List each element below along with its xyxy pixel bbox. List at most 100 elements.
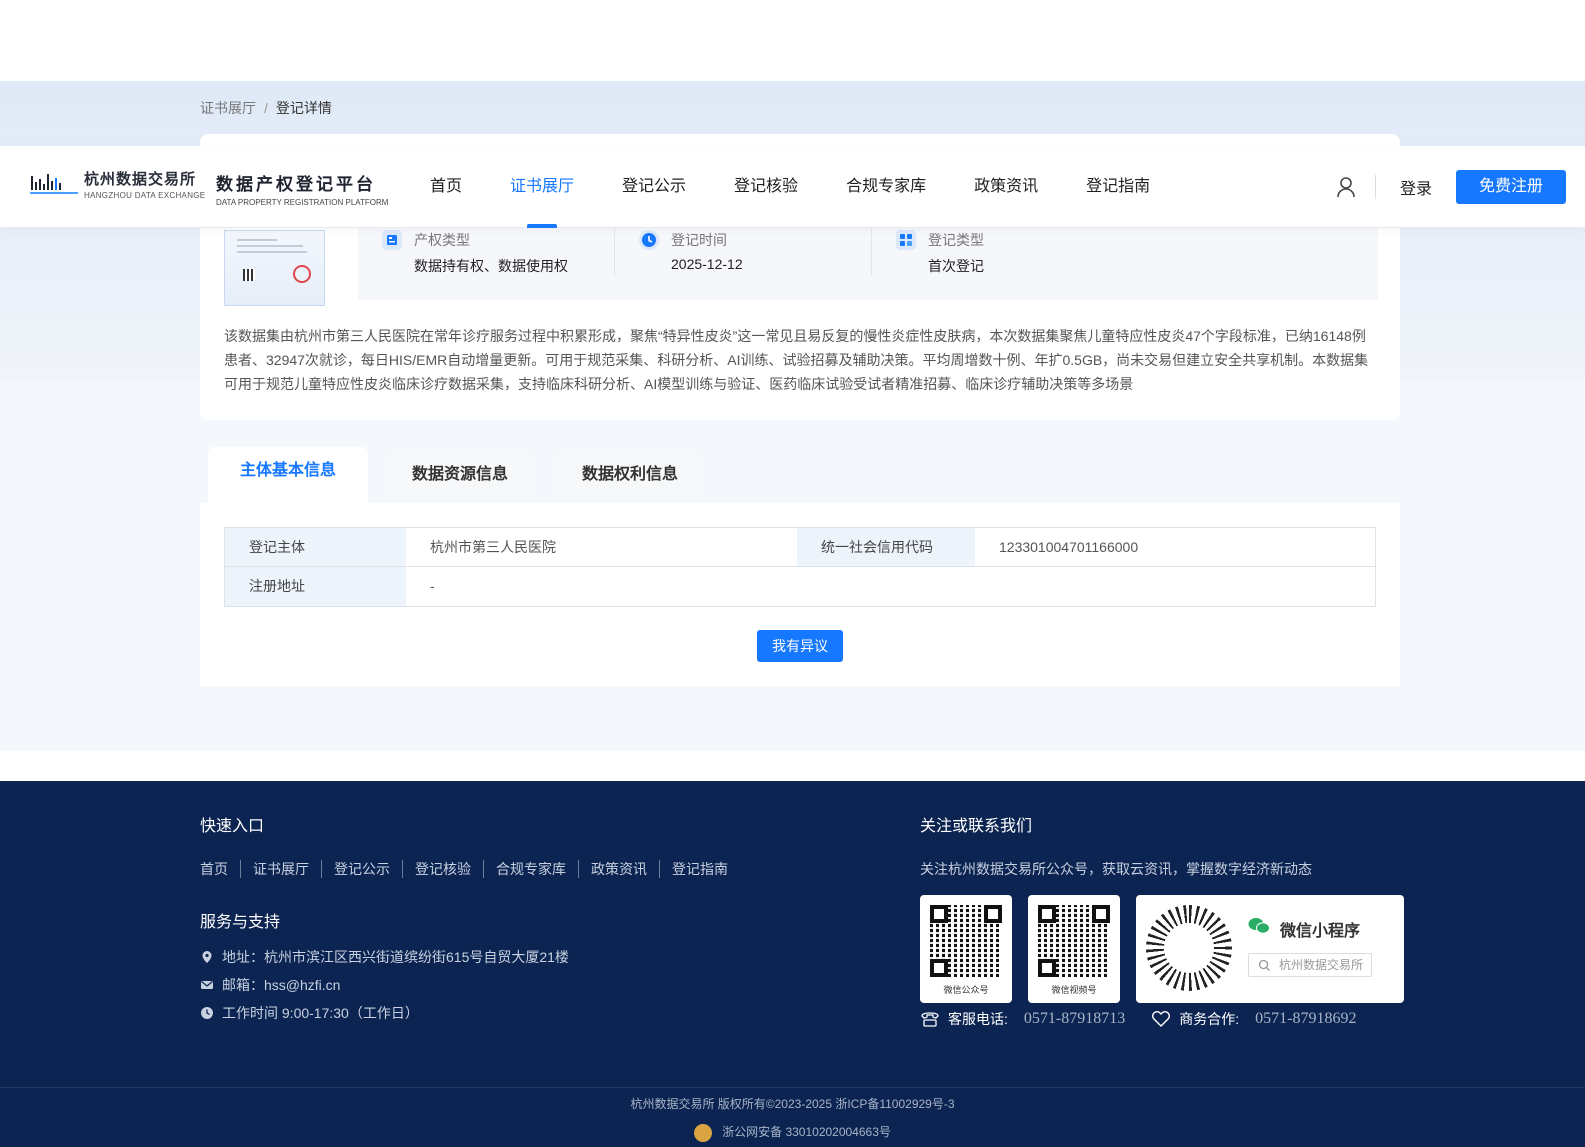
wechat-official-qr: 微信公众号: [920, 895, 1012, 1003]
copyright-text: 杭州数据交易所 版权所有©2023-2025 浙ICP备11002929号-3: [630, 1097, 955, 1111]
register-button[interactable]: 免费注册: [1456, 170, 1566, 204]
property-type-value: 数据持有权、数据使用权: [414, 258, 568, 274]
registration-type-item: 登记类型 首次登记: [872, 224, 1128, 300]
mail-icon: [201, 981, 213, 989]
site-footer: 快速入口 首页 证书展厅 登记公示 登记核验 合规专家库 政策资讯 登记指南 服…: [0, 781, 1585, 1147]
entity-value: 杭州市第三人民医院: [406, 528, 797, 566]
footer-link-policy[interactable]: 政策资讯: [578, 860, 659, 878]
qr-caption-official: 微信公众号: [943, 985, 989, 995]
table-row: 登记主体 杭州市第三人民医院 统一社会信用代码 1233010047011660…: [225, 528, 1375, 567]
wechat-channels-qr: 微信视频号: [1028, 895, 1120, 1003]
hours-text: 工作时间 9:00-17:30（工作日）: [222, 1005, 419, 1021]
registration-time-value: 2025-12-12: [671, 256, 743, 272]
breadcrumb-separator: /: [264, 100, 268, 116]
registration-time-item: 登记时间 2025-12-12: [615, 224, 871, 300]
footer-link-showroom[interactable]: 证书展厅: [240, 860, 321, 878]
nav-verification[interactable]: 登记核验: [734, 146, 798, 228]
footer-quick-links: 首页 证书展厅 登记公示 登记核验 合规专家库 政策资讯 登记指南: [200, 860, 740, 878]
footer-hours: 工作时间 9:00-17:30（工作日）: [200, 1003, 419, 1023]
certificate-text-line: [237, 251, 307, 253]
breadcrumb-current: 登记详情: [275, 100, 332, 116]
certificate-text-line: [237, 239, 277, 241]
follow-title: 关注或联系我们: [920, 818, 1033, 835]
certificate-thumbnail[interactable]: [224, 230, 325, 306]
business-phone: 0571-87918692: [1255, 1010, 1357, 1027]
grid-icon: [896, 230, 916, 250]
logo-name-en: HANGZHOU DATA EXCHANGE: [84, 191, 206, 200]
beian-text[interactable]: 浙公网安备 33010202004663号: [722, 1125, 891, 1139]
address-value: -: [406, 567, 1375, 606]
platform-name: 数据产权登记平台: [216, 175, 376, 194]
certificate-qr-icon: [243, 269, 255, 281]
breadcrumb: 证书展厅 / 登记详情: [200, 98, 332, 118]
logo-mark-icon: [30, 174, 78, 194]
mini-program-title: 微信小程序: [1280, 923, 1361, 940]
police-badge-icon: [694, 1123, 713, 1142]
dataset-description: 该数据集由杭州市第三人民医院在常年诊疗服务过程中积累形成，聚焦“特异性皮炎”这一…: [224, 328, 1369, 392]
nav-experts[interactable]: 合规专家库: [846, 146, 926, 228]
footer-link-guide[interactable]: 登记指南: [659, 860, 740, 878]
registration-time-label: 登记时间: [671, 232, 727, 248]
qr-caption-channels: 微信视频号: [1051, 985, 1097, 995]
location-icon: [202, 951, 212, 963]
certificate-text-line: [237, 245, 303, 247]
footer-email: 邮箱：hss@hzfi.cn: [200, 975, 340, 995]
subject-info-panel: 登记主体 杭州市第三人民医院 统一社会信用代码 1233010047011660…: [200, 503, 1400, 686]
phone-row: 客服电话: 0571-87918713 商务合作: 0571-87918692: [920, 1009, 1382, 1029]
quick-entry-title: 快速入口: [200, 818, 265, 835]
footer-link-verification[interactable]: 登记核验: [402, 860, 483, 878]
property-type-item: 产权类型 数据持有权、数据使用权: [358, 224, 614, 300]
registration-type-label: 登记类型: [928, 232, 984, 248]
follow-description: 关注杭州数据交易所公众号，获取云资讯，掌握数字经济新动态: [920, 861, 1312, 877]
nav-guide[interactable]: 登记指南: [1086, 146, 1150, 228]
handshake-icon: [1152, 1011, 1171, 1027]
service-phone-label: 客服电话:: [948, 1011, 1008, 1027]
address-label: 注册地址: [225, 567, 406, 606]
footer-address: 地址：杭州市滨江区西兴街道缤纷街615号自贸大厦21楼: [200, 947, 569, 967]
summary-info-strip: 产权类型 数据持有权、数据使用权 登记时间 2025-12-12 登记类型 首次…: [358, 224, 1378, 300]
footer-link-experts[interactable]: 合规专家库: [483, 860, 578, 878]
breadcrumb-link-showroom[interactable]: 证书展厅: [200, 100, 256, 116]
main-nav: 首页 证书展厅 登记公示 登记核验 合规专家库 政策资讯 登记指南: [430, 146, 1198, 228]
mini-program-card: 微信小程序 杭州数据交易所: [1136, 895, 1404, 1003]
logo-name: 杭州数据交易所: [84, 171, 197, 188]
footer-link-publicity[interactable]: 登记公示: [321, 860, 402, 878]
header-divider: [1375, 175, 1376, 199]
qr-code-icon: [1038, 905, 1110, 977]
property-type-icon: [382, 230, 402, 250]
tab-rights-info[interactable]: 数据权利信息: [556, 455, 704, 495]
search-icon: [1258, 959, 1270, 971]
mini-program-search-text: 杭州数据交易所: [1279, 958, 1364, 972]
wechat-icon: [1248, 918, 1270, 934]
clock-icon: [201, 1007, 213, 1019]
user-icon[interactable]: [1336, 176, 1356, 198]
certificate-seal-icon: [293, 265, 311, 283]
objection-button[interactable]: 我有异议: [757, 630, 843, 662]
platform-name-en: DATA PROPERTY REGISTRATION PLATFORM: [216, 198, 389, 207]
service-phone: 0571-87918713: [1023, 1010, 1126, 1027]
nav-publicity[interactable]: 登记公示: [622, 146, 686, 228]
clock-icon: [639, 230, 659, 250]
phone-icon: [921, 1012, 939, 1027]
platform-title: 数据产权登记平台 DATA PROPERTY REGISTRATION PLAT…: [216, 170, 388, 207]
login-link[interactable]: 登录: [1400, 175, 1432, 199]
mini-program-search: 杭州数据交易所: [1248, 953, 1372, 977]
entity-label: 登记主体: [225, 528, 406, 566]
site-header: 杭州数据交易所 HANGZHOU DATA EXCHANGE 数据产权登记平台 …: [0, 146, 1585, 228]
property-type-label: 产权类型: [414, 232, 470, 248]
credit-code-label: 统一社会信用代码: [797, 528, 975, 566]
public-security-record: 浙公网安备 33010202004663号: [0, 1123, 1585, 1142]
business-phone-label: 商务合作:: [1179, 1011, 1240, 1027]
tab-resource-info[interactable]: 数据资源信息: [386, 455, 534, 495]
qr-code-icon: [930, 905, 1002, 977]
nav-showroom[interactable]: 证书展厅: [510, 146, 574, 228]
footer-link-home[interactable]: 首页: [200, 860, 240, 878]
email-text: 邮箱：hss@hzfi.cn: [222, 977, 341, 993]
nav-policy[interactable]: 政策资讯: [974, 146, 1038, 228]
nav-home[interactable]: 首页: [430, 146, 462, 228]
tab-subject-info[interactable]: 主体基本信息: [208, 447, 368, 503]
exchange-logo[interactable]: 杭州数据交易所 HANGZHOU DATA EXCHANGE: [30, 168, 205, 200]
mini-program-code-icon: [1146, 905, 1232, 991]
footer-divider: [0, 1087, 1585, 1088]
service-title: 服务与支持: [200, 914, 281, 931]
